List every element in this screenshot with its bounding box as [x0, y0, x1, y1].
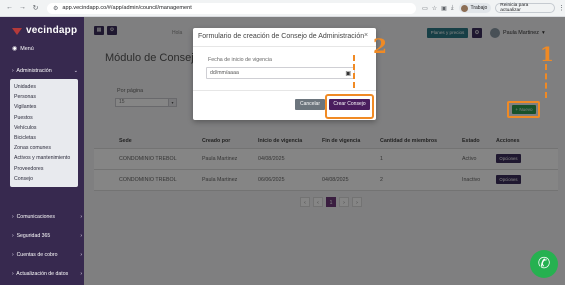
- chevron-right-icon: ›: [80, 252, 82, 258]
- sidebar-item-label: › Actualización de datos: [12, 271, 69, 277]
- download-icon[interactable]: ⤓: [451, 5, 454, 12]
- extensions-icon[interactable]: ▣: [441, 5, 447, 12]
- annotation-step-1: 1: [540, 42, 554, 66]
- sidebar-item-zonas-comunes[interactable]: Zonas comunes: [10, 143, 78, 153]
- update-button[interactable]: Reinicia para actualizar: [495, 3, 555, 13]
- sidebar-item-cuentas[interactable]: › Cuentas de cobro ›: [12, 252, 82, 258]
- sidebar-item-comunicaciones[interactable]: › Comunicaciones ›: [12, 214, 82, 220]
- chevron-right-icon: ›: [80, 233, 82, 239]
- sidebar-item-seguridad[interactable]: › Seguridad 365 ›: [12, 233, 82, 239]
- whatsapp-icon[interactable]: ✆: [530, 250, 558, 278]
- profile-avatar: [461, 4, 469, 12]
- sidebar-item-vehiculos[interactable]: Vehículos: [10, 123, 78, 133]
- browser-toolbar: ← → ↻ ⚙ app.vecindapp.co/#/app/admin/cou…: [0, 0, 565, 17]
- browser-menu-icon[interactable]: ⋮: [558, 4, 565, 12]
- sidebar: vecindapp ◉ Menú › Administración ⌄ Unid…: [0, 17, 84, 285]
- chevron-right-icon: ›: [80, 271, 82, 277]
- sidebar-item-label: › Seguridad 365: [12, 233, 51, 239]
- sidebar-item-actualizacion[interactable]: › Actualización de datos ›: [12, 271, 82, 277]
- back-icon[interactable]: ←: [6, 4, 13, 12]
- site-info-icon[interactable]: ⚙: [53, 5, 58, 12]
- annotation-arrow-2: [353, 55, 355, 88]
- reload-icon[interactable]: ↻: [32, 4, 39, 12]
- logo-mark-icon: [12, 26, 23, 36]
- annotation-arrow-1: [545, 64, 547, 98]
- sidebar-group-administracion[interactable]: › Administración ⌄: [12, 68, 78, 74]
- annotation-step-2: 2: [373, 34, 387, 58]
- chevron-right-icon: ›: [12, 68, 14, 74]
- modal-title: Formulario de creación de Consejo de Adm…: [198, 33, 365, 40]
- sidebar-item-unidades[interactable]: Unidades: [10, 82, 78, 92]
- extensions: ▭ ☆ ▣ ⤓: [422, 5, 453, 12]
- url-text: app.vecindapp.co/#/app/admin/council/man…: [62, 5, 192, 11]
- brand-name: vecindapp: [26, 25, 78, 36]
- bookmark-icon[interactable]: ☆: [432, 5, 437, 12]
- sidebar-item-label: › Cuentas de cobro: [12, 252, 58, 258]
- close-icon[interactable]: ×: [364, 32, 368, 39]
- forward-icon[interactable]: →: [19, 4, 26, 12]
- sidebar-item-bicicletas[interactable]: Bicicletas: [10, 133, 78, 143]
- date-placeholder: dd/mm/aaaa: [210, 70, 239, 76]
- sidebar-item-puestos[interactable]: Puestos: [10, 113, 78, 123]
- chevron-right-icon: ›: [80, 214, 82, 220]
- brand-logo[interactable]: vecindapp: [12, 25, 84, 36]
- sidebar-item-activos[interactable]: Activos y mantenimiento: [10, 153, 78, 163]
- dashboard-icon: ◉: [12, 46, 18, 52]
- cast-icon[interactable]: ▭: [422, 5, 428, 12]
- start-date-input[interactable]: dd/mm/aaaa ▣: [206, 67, 355, 79]
- sidebar-item-personas[interactable]: Personas: [10, 92, 78, 102]
- profile-label: Trabajo: [470, 5, 488, 11]
- divider: [193, 90, 376, 91]
- sidebar-item-menu[interactable]: ◉ Menú: [12, 45, 84, 53]
- sidebar-item-label: Menú: [20, 45, 34, 52]
- sidebar-item-vigilantes[interactable]: Vigilantes: [10, 102, 78, 112]
- highlight-create-button: [325, 94, 374, 119]
- divider: [193, 46, 376, 47]
- sidebar-group-label: › Administración: [12, 68, 52, 74]
- profile-chip[interactable]: Trabajo: [459, 3, 492, 13]
- sidebar-submenu: Unidades Personas Vigilantes Puestos Veh…: [10, 79, 78, 188]
- calendar-icon[interactable]: ▣: [345, 69, 351, 79]
- highlight-new-button: [507, 101, 540, 118]
- cancel-button[interactable]: Cancelar: [295, 99, 325, 110]
- sidebar-item-label: › Comunicaciones: [12, 214, 55, 220]
- address-bar[interactable]: ⚙ app.vecindapp.co/#/app/admin/council/m…: [47, 2, 417, 14]
- start-date-label: Fecha de inicio de vigencia: [208, 57, 272, 63]
- sidebar-item-consejo[interactable]: Consejo: [10, 174, 78, 184]
- sidebar-item-proveedores[interactable]: Proveedores: [10, 164, 78, 174]
- browser-nav: ← → ↻: [6, 4, 39, 12]
- chevron-down-icon: ⌄: [73, 68, 78, 74]
